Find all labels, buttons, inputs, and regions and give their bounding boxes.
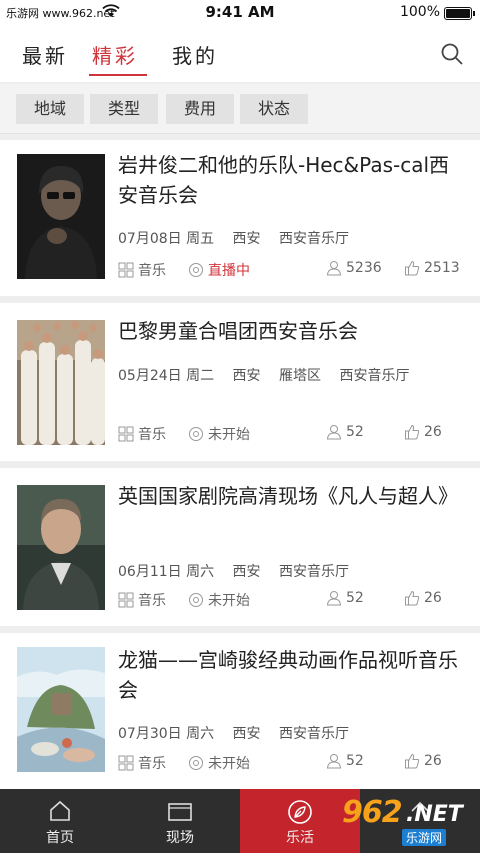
person-icon bbox=[326, 591, 342, 606]
event-card[interactable]: 英国国家剧院高清现场《凡人与超人》 06月11日 周六 西安 西安音乐厅 音乐 … bbox=[0, 468, 480, 626]
filter-status[interactable]: 状态 bbox=[240, 94, 308, 124]
event-meta: 07月30日 周六 西安 西安音乐厅 bbox=[118, 723, 363, 743]
event-category: 音乐 bbox=[118, 590, 166, 610]
event-meta: 07月08日 周五 西安 西安音乐厅 bbox=[118, 228, 363, 248]
event-card[interactable]: 岩井俊二和他的乐队-Hec&Pas-cal西安音乐会 07月08日 周五 西安 … bbox=[0, 140, 480, 296]
stage-icon bbox=[168, 803, 192, 821]
category-icon bbox=[118, 592, 134, 608]
category-icon bbox=[118, 426, 134, 442]
status-icon bbox=[189, 427, 203, 441]
tab-mine[interactable]: 我的 bbox=[172, 40, 218, 69]
event-viewers: 52 bbox=[326, 590, 364, 606]
filter-region[interactable]: 地域 bbox=[16, 94, 84, 124]
leaf-icon bbox=[288, 800, 312, 824]
person-icon bbox=[326, 261, 342, 276]
site-watermark: 962 .NET 乐游网 bbox=[342, 795, 463, 846]
search-icon[interactable] bbox=[440, 42, 464, 66]
event-poster bbox=[17, 154, 105, 279]
battery-icon bbox=[444, 7, 475, 20]
event-meta: 06月11日 周六 西安 西安音乐厅 bbox=[118, 561, 363, 581]
active-tab-indicator bbox=[89, 74, 147, 76]
filter-fee[interactable]: 费用 bbox=[166, 94, 234, 124]
tab-latest[interactable]: 最新 bbox=[22, 40, 68, 69]
event-title: 龙猫——宫崎骏经典动画作品视听音乐会 bbox=[118, 648, 458, 702]
event-poster bbox=[17, 485, 105, 610]
event-status: 未开始 bbox=[188, 424, 250, 444]
event-stats: 音乐 未开始 52 26 bbox=[118, 424, 468, 444]
category-icon bbox=[118, 755, 134, 771]
event-date: 05月24日 周二 bbox=[118, 368, 215, 384]
event-likes[interactable]: 2513 bbox=[404, 260, 460, 276]
status-bar: 乐游网 www.962.net 9:41 AM 100% bbox=[0, 0, 480, 26]
event-status: 未开始 bbox=[188, 590, 250, 610]
event-date: 07月30日 周六 bbox=[118, 726, 215, 742]
bottom-tab-home[interactable]: 首页 bbox=[0, 789, 120, 853]
thumbs-up-icon bbox=[405, 753, 420, 769]
event-city: 西安 bbox=[232, 231, 261, 247]
event-meta: 05月24日 周二 西安 雁塔区 西安音乐厅 bbox=[118, 365, 423, 385]
event-poster bbox=[17, 320, 105, 445]
status-icon bbox=[189, 593, 203, 607]
event-viewers: 5236 bbox=[326, 260, 382, 276]
event-poster bbox=[17, 647, 105, 772]
event-district: 雁塔区 bbox=[279, 368, 321, 384]
event-title: 英国国家剧院高清现场《凡人与超人》 bbox=[118, 484, 458, 508]
event-venue: 西安音乐厅 bbox=[279, 726, 349, 742]
status-icon bbox=[189, 756, 203, 770]
bottom-tab-live[interactable]: 现场 bbox=[120, 789, 240, 853]
event-title: 巴黎男童合唱团西安音乐会 bbox=[118, 319, 358, 343]
event-likes[interactable]: 26 bbox=[404, 424, 442, 440]
event-status-live: 直播中 bbox=[188, 260, 250, 280]
event-category: 音乐 bbox=[118, 753, 166, 773]
event-category: 音乐 bbox=[118, 424, 166, 444]
event-city: 西安 bbox=[232, 726, 261, 742]
event-stats: 音乐 未开始 52 26 bbox=[118, 590, 468, 610]
event-likes[interactable]: 26 bbox=[404, 753, 442, 769]
event-title: 岩井俊二和他的乐队-Hec&Pas-cal西安音乐会 bbox=[118, 153, 450, 207]
top-navigation: 最新 精彩 我的 bbox=[0, 26, 480, 82]
event-viewers: 52 bbox=[326, 753, 364, 769]
event-venue: 西安音乐厅 bbox=[279, 231, 349, 247]
event-stats: 音乐 直播中 5236 2513 bbox=[118, 260, 468, 280]
event-venue: 西安音乐厅 bbox=[339, 368, 410, 384]
event-venue: 西安音乐厅 bbox=[279, 564, 349, 580]
thumbs-up-icon bbox=[405, 590, 420, 606]
event-stats: 音乐 未开始 52 26 bbox=[118, 753, 468, 773]
event-date: 07月08日 周五 bbox=[118, 231, 215, 247]
event-card[interactable]: 巴黎男童合唱团西安音乐会 05月24日 周二 西安 雁塔区 西安音乐厅 音乐 未… bbox=[0, 303, 480, 461]
filter-type[interactable]: 类型 bbox=[90, 94, 158, 124]
event-viewers: 52 bbox=[326, 424, 364, 440]
tab-featured[interactable]: 精彩 bbox=[92, 40, 138, 69]
person-icon bbox=[326, 425, 342, 440]
category-icon bbox=[118, 262, 134, 278]
thumbs-up-icon bbox=[405, 424, 420, 440]
event-date: 06月11日 周六 bbox=[118, 564, 215, 580]
status-icon bbox=[189, 263, 203, 277]
event-city: 西安 bbox=[232, 368, 261, 384]
person-icon bbox=[326, 754, 342, 769]
event-category: 音乐 bbox=[118, 260, 166, 280]
filter-bar: 地域 类型 费用 状态 bbox=[0, 84, 480, 134]
thumbs-up-icon bbox=[405, 260, 420, 276]
event-card[interactable]: 龙猫——宫崎骏经典动画作品视听音乐会 07月30日 周六 西安 西安音乐厅 音乐… bbox=[0, 633, 480, 789]
event-status: 未开始 bbox=[188, 753, 250, 773]
home-icon bbox=[50, 800, 70, 821]
event-likes[interactable]: 26 bbox=[404, 590, 442, 606]
battery-percent: 100% bbox=[399, 4, 440, 20]
event-city: 西安 bbox=[232, 564, 261, 580]
